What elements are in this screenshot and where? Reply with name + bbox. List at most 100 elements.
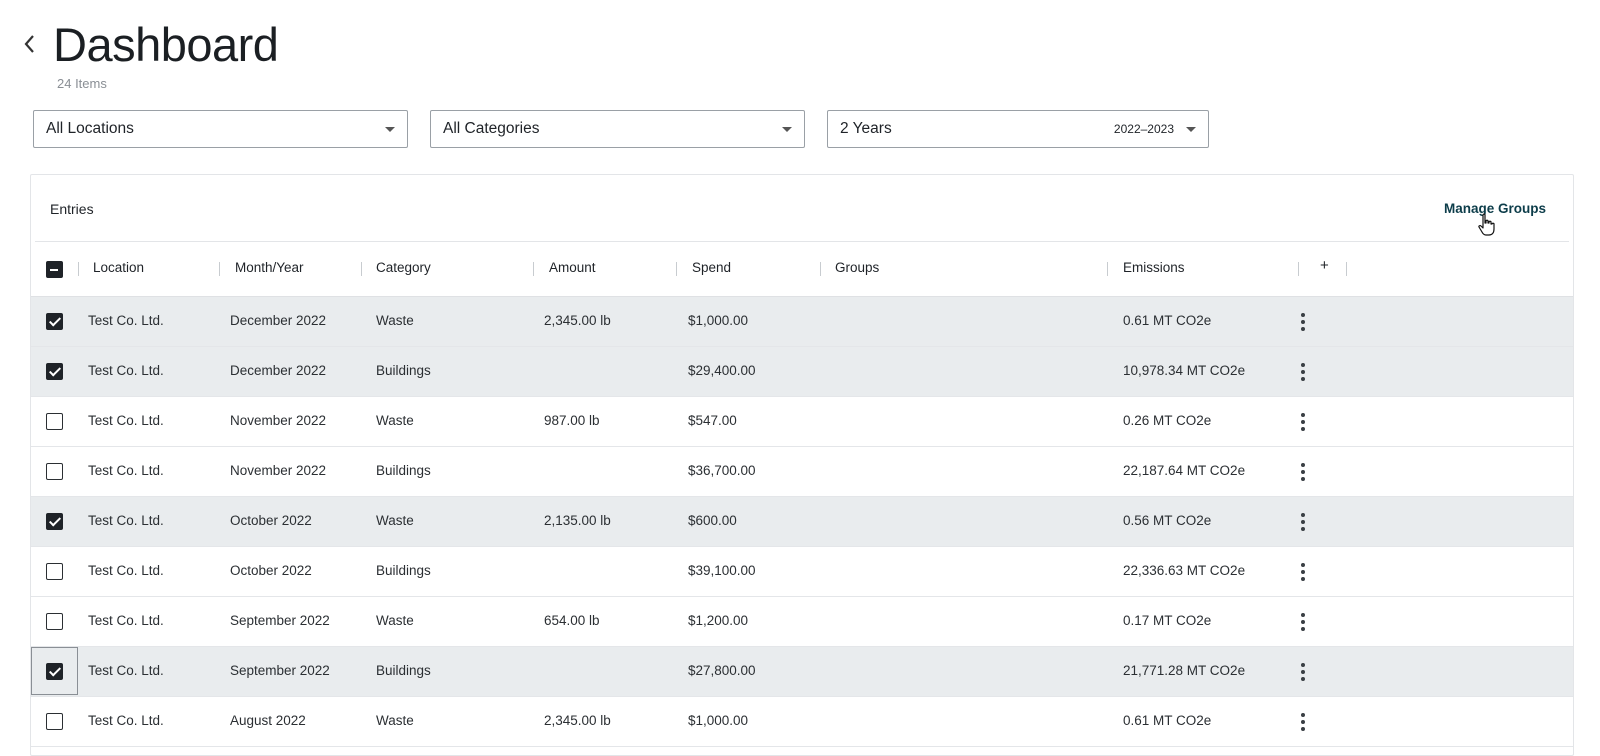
table-row[interactable]: Test Co. Ltd. October 2022 Buildings $39,10…	[31, 547, 1573, 597]
period-range: 2022–2023	[1113, 122, 1174, 136]
spend-cell: $1,200.00	[688, 613, 749, 628]
select-all-checkbox[interactable]	[46, 261, 63, 278]
row-actions-menu-icon[interactable]	[1295, 611, 1311, 633]
category-cell: Buildings	[376, 363, 431, 378]
column-divider[interactable]	[78, 262, 79, 276]
kebab-dot	[1301, 713, 1305, 717]
amount-cell: 987.00 lb	[544, 413, 600, 428]
kebab-dot	[1301, 720, 1305, 724]
emissions-cell: 0.61 MT CO2e	[1123, 313, 1212, 328]
category-filter-value: All Categories	[443, 120, 540, 137]
kebab-dot	[1301, 327, 1305, 331]
category-cell: Waste	[376, 613, 414, 628]
month-year-cell: November 2022	[230, 463, 327, 478]
column-header-spend[interactable]: Spend	[692, 260, 731, 275]
spend-cell: $600.00	[688, 513, 737, 528]
row-checkbox[interactable]	[46, 413, 63, 430]
row-actions-menu-icon[interactable]	[1295, 361, 1311, 383]
month-year-cell: September 2022	[230, 613, 330, 628]
row-actions-menu-icon[interactable]	[1295, 311, 1311, 333]
month-year-cell: September 2022	[230, 663, 330, 678]
category-cell: Buildings	[376, 663, 431, 678]
location-cell: Test Co. Ltd.	[88, 563, 164, 578]
period-filter-dropdown[interactable]: 2 Years 2022–2023	[827, 110, 1209, 148]
category-cell: Buildings	[376, 563, 431, 578]
emissions-cell: 22,336.63 MT CO2e	[1123, 563, 1246, 578]
manage-groups-link[interactable]: Manage Groups	[1444, 201, 1546, 216]
column-header-groups[interactable]: Groups	[835, 260, 879, 275]
month-year-cell: December 2022	[230, 363, 327, 378]
column-divider[interactable]	[1107, 262, 1108, 276]
column-divider[interactable]	[533, 262, 534, 276]
table-row[interactable]: Test Co. Ltd. November 2022 Buildings $36,7…	[31, 447, 1573, 497]
hand-cursor-icon	[1478, 213, 1495, 236]
page-title: Dashboard	[53, 18, 279, 71]
table-row[interactable]: Test Co. Ltd. September 2022 Waste 654.00 l…	[31, 597, 1573, 647]
column-header-amount[interactable]: Amount	[549, 260, 596, 275]
row-actions-menu-icon[interactable]	[1295, 511, 1311, 533]
add-column-button[interactable]: +	[1320, 257, 1329, 274]
table-row[interactable]: Test Co. Ltd. November 2022 Waste 987.00 lb…	[31, 397, 1573, 447]
table-row[interactable]: Test Co. Ltd. December 2022 Buildings $29,4…	[31, 347, 1573, 397]
category-cell: Buildings	[376, 463, 431, 478]
kebab-dot	[1301, 627, 1305, 631]
kebab-dot	[1301, 577, 1305, 581]
table-row[interactable]: Test Co. Ltd. October 2022 Waste 2,135.00 l…	[31, 497, 1573, 547]
back-button[interactable]	[18, 31, 40, 57]
kebab-dot	[1301, 313, 1305, 317]
column-header-category[interactable]: Category	[376, 260, 431, 275]
entries-table: Location Month/Year Category Amount Spen…	[31, 242, 1573, 747]
column-divider[interactable]	[676, 262, 677, 276]
location-filter-dropdown[interactable]: All Locations	[33, 110, 408, 148]
row-actions-menu-icon[interactable]	[1295, 561, 1311, 583]
spend-cell: $29,400.00	[688, 363, 756, 378]
row-actions-menu-icon[interactable]	[1295, 461, 1311, 483]
kebab-dot	[1301, 377, 1305, 381]
location-filter-value: All Locations	[46, 120, 134, 137]
row-checkbox[interactable]	[46, 563, 63, 580]
column-header-location[interactable]: Location	[93, 260, 144, 275]
row-actions-menu-icon[interactable]	[1295, 661, 1311, 683]
column-divider[interactable]	[1298, 262, 1299, 276]
row-checkbox[interactable]	[46, 363, 63, 380]
spend-cell: $27,800.00	[688, 663, 756, 678]
column-divider[interactable]	[1346, 262, 1347, 276]
kebab-dot	[1301, 470, 1305, 474]
kebab-dot	[1301, 320, 1305, 324]
row-actions-menu-icon[interactable]	[1295, 411, 1311, 433]
column-header-emissions[interactable]: Emissions	[1123, 260, 1185, 275]
location-cell: Test Co. Ltd.	[88, 313, 164, 328]
entries-header: Entries Manage Groups	[31, 175, 1573, 241]
column-divider[interactable]	[361, 262, 362, 276]
period-filter-value: 2 Years	[840, 120, 892, 137]
table-row[interactable]: Test Co. Ltd. December 2022 Waste 2,345.00 …	[31, 297, 1573, 347]
category-filter-dropdown[interactable]: All Categories	[430, 110, 805, 148]
row-checkbox[interactable]	[46, 463, 63, 480]
kebab-dot	[1301, 520, 1305, 524]
month-year-cell: November 2022	[230, 413, 327, 428]
row-checkbox[interactable]	[46, 313, 63, 330]
column-header-month-year[interactable]: Month/Year	[235, 260, 304, 275]
row-actions-menu-icon[interactable]	[1295, 711, 1311, 733]
location-cell: Test Co. Ltd.	[88, 713, 164, 728]
month-year-cell: August 2022	[230, 713, 306, 728]
spend-cell: $36,700.00	[688, 463, 756, 478]
kebab-dot	[1301, 413, 1305, 417]
table-row[interactable]: Test Co. Ltd. September 2022 Buildings $27,…	[31, 647, 1573, 697]
kebab-dot	[1301, 570, 1305, 574]
row-checkbox[interactable]	[46, 663, 63, 680]
row-checkbox[interactable]	[46, 513, 63, 530]
amount-cell: 2,135.00 lb	[544, 513, 611, 528]
column-divider[interactable]	[219, 262, 220, 276]
row-checkbox[interactable]	[46, 713, 63, 730]
spend-cell: $1,000.00	[688, 313, 749, 328]
kebab-dot	[1301, 370, 1305, 374]
spend-cell: $1,000.00	[688, 713, 749, 728]
month-year-cell: December 2022	[230, 313, 327, 328]
location-cell: Test Co. Ltd.	[88, 413, 164, 428]
kebab-dot	[1301, 663, 1305, 667]
column-divider[interactable]	[820, 262, 821, 276]
row-checkbox[interactable]	[46, 613, 63, 630]
location-cell: Test Co. Ltd.	[88, 613, 164, 628]
table-row[interactable]: Test Co. Ltd. August 2022 Waste 2,345.00 lb…	[31, 697, 1573, 747]
